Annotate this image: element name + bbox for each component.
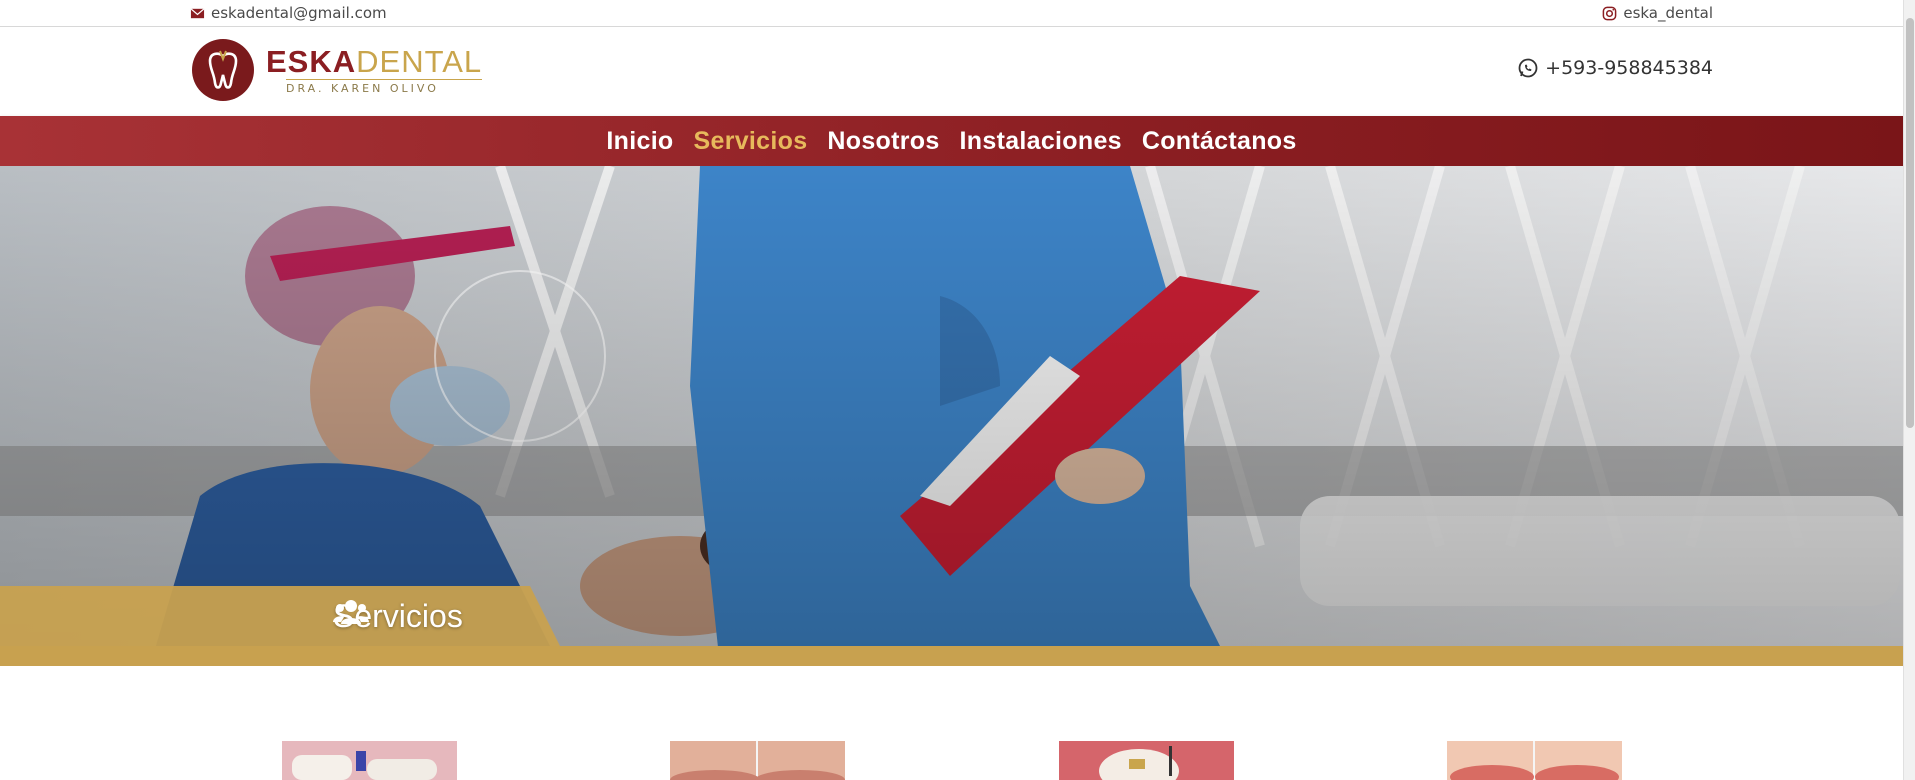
nav-item-nosotros[interactable]: Nosotros — [827, 127, 939, 156]
instagram-icon — [1603, 6, 1617, 20]
service-thumb-tooth-model[interactable] — [1059, 741, 1234, 780]
envelope-icon — [190, 7, 205, 18]
main-nav: Inicio Servicios Nosotros Instalaciones … — [0, 116, 1903, 166]
page-scrollbar[interactable] — [1903, 0, 1915, 780]
whatsapp-icon — [1518, 58, 1538, 78]
logo-subtitle: DRA. KAREN OLIVO — [286, 79, 483, 95]
phone-text: +593-958845384 — [1545, 57, 1713, 79]
service-thumb-lips[interactable] — [670, 741, 845, 780]
service-thumb-smile[interactable] — [1447, 741, 1622, 780]
site-header: ESKADENTAL DRA. KAREN OLIVO +593-9588453… — [0, 27, 1903, 116]
nav-item-servicios[interactable]: Servicios — [694, 127, 808, 156]
logo-secondary: DENTAL — [356, 44, 483, 79]
whatsapp-phone-link[interactable]: +593-958845384 — [1517, 57, 1713, 79]
tooth-logo-icon — [192, 39, 254, 101]
email-link[interactable]: eskadental@gmail.com — [190, 4, 387, 22]
hero-title: Servicios — [333, 598, 463, 635]
nav-item-instalaciones[interactable]: Instalaciones — [960, 127, 1122, 156]
services-grid — [0, 741, 1903, 780]
users-icon — [333, 600, 369, 624]
hero-gold-band — [0, 646, 1903, 666]
instagram-link[interactable]: eska_dental — [1602, 4, 1713, 22]
scrollbar-thumb[interactable] — [1906, 18, 1914, 428]
nav-item-inicio[interactable]: Inicio — [606, 127, 673, 156]
service-thumb-dental-tooth[interactable] — [282, 741, 457, 780]
instagram-text: eska_dental — [1623, 4, 1713, 22]
email-text: eskadental@gmail.com — [211, 4, 387, 22]
nav-item-contactanos[interactable]: Contáctanos — [1142, 127, 1297, 156]
logo[interactable]: ESKADENTAL DRA. KAREN OLIVO — [192, 39, 483, 101]
page: eskadental@gmail.com eska_dental ESKADEN… — [0, 0, 1915, 780]
logo-primary: ESKA — [266, 44, 357, 79]
hero-banner: Servicios — [0, 166, 1903, 666]
top-contact-bar: eskadental@gmail.com eska_dental — [0, 0, 1903, 27]
